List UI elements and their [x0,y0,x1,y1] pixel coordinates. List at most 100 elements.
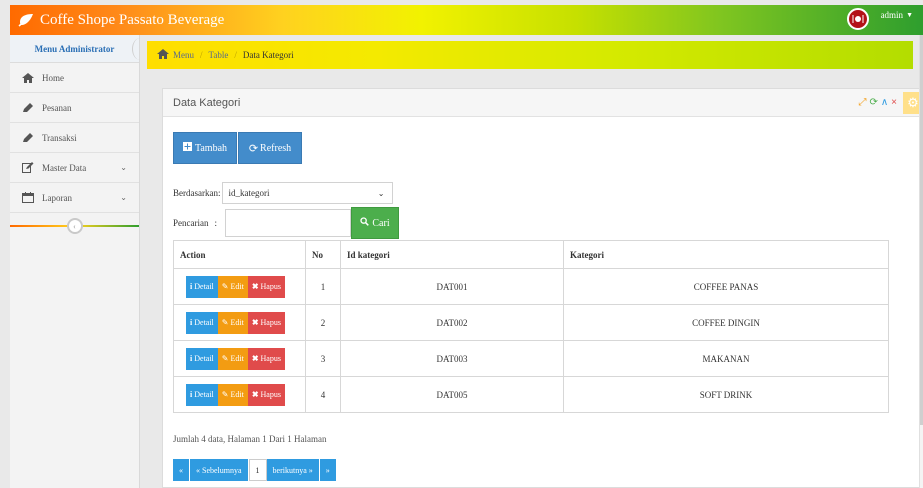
cell-id-kategori: DAT003 [340,340,564,377]
user-menu[interactable]: admin ▼ [881,10,913,20]
info-icon: i [190,282,193,291]
hapus-label: Hapus [260,318,281,327]
table-row: i Detail ✎ Edit ✖ Hapus 4 DAT005 SOFT DRINK [173,376,889,413]
pagination-previous[interactable]: « Sebelumnya [190,459,249,481]
close-icon: ✖ [251,318,259,327]
hapus-button[interactable]: ✖ Hapus [247,383,285,406]
action-cell: i Detail ✎ Edit ✖ Hapus [173,340,306,377]
column-header-action: Action [173,240,306,269]
edit-label: Edit [230,354,244,363]
pagination-last[interactable]: » [319,459,337,481]
edit-button[interactable]: ✎ Edit [217,347,248,370]
berdasarkan-value: id_kategori [228,188,270,198]
edit-button[interactable]: ✎ Edit [217,383,248,406]
sidebar-item-home[interactable]: Home [10,63,139,93]
page-scrollbar[interactable] [919,35,923,488]
panel-header: Data Kategori ⤢ ⟳ ∧ × ⚙ [163,89,923,117]
close-icon: ✖ [251,390,259,399]
table-row: i Detail ✎ Edit ✖ Hapus 2 DAT002 COFFEE DIN… [173,304,889,341]
pencarian-colon: : [214,218,217,228]
pagination-first[interactable]: « [173,459,190,481]
sidebar-item-laporan[interactable]: Laporan ⌄ [10,183,139,213]
cari-button[interactable]: Cari [351,207,399,239]
caret-down-icon: ▼ [906,11,913,19]
cell-no: 3 [305,340,341,377]
close-icon[interactable]: × [891,97,897,108]
refresh-button[interactable]: ⟳ Refresh [238,132,302,164]
sidebar-item-transaksi[interactable]: Transaksi [10,123,139,153]
close-icon: ✖ [251,282,259,291]
breadcrumb-separator: / [234,50,237,60]
hapus-label: Hapus [260,354,281,363]
sidebar-collapse-toggle[interactable]: ‹ [10,217,139,235]
collapse-icon[interactable]: ∧ [881,97,888,108]
breadcrumb-current: Data Kategori [242,50,294,60]
detail-button[interactable]: i Detail [186,275,218,298]
pencil-icon [20,132,36,143]
info-icon: i [190,354,193,363]
search-input[interactable] [225,209,351,237]
edit-icon [20,162,36,173]
berdasarkan-select[interactable]: id_kategori ⌄ [222,182,394,204]
info-icon: i [190,390,193,399]
edit-button[interactable]: ✎ Edit [217,311,248,334]
detail-label: Detail [194,282,214,291]
sidebar: Menu Administrator Home Pesanan Transaks… [10,35,140,488]
detail-button[interactable]: i Detail [186,383,218,406]
hapus-label: Hapus [260,282,281,291]
hapus-button[interactable]: ✖ Hapus [247,347,285,370]
pagination-page-1[interactable]: 1 [248,459,267,481]
detail-button[interactable]: i Detail [186,347,218,370]
panel-title: Data Kategori [173,96,241,109]
search-icon [360,217,370,229]
pencarian-label: Pencarian [173,218,209,228]
sidebar-item-master-data[interactable]: Master Data ⌄ [10,153,139,183]
edit-button[interactable]: ✎ Edit [217,275,248,298]
home-icon [157,49,169,61]
pencil-icon [20,102,36,113]
avatar[interactable] [846,8,869,30]
restaurant-icon [852,15,864,23]
brand[interactable]: Coffe Shope Passato Beverage [18,12,224,29]
edit-icon: ✎ [221,390,229,399]
top-navbar: Coffe Shope Passato Beverage admin ▼ [10,5,923,35]
tambah-button[interactable]: Tambah [173,132,237,164]
table-row: i Detail ✎ Edit ✖ Hapus 1 DAT001 COFFEE PAN… [173,268,889,305]
panel-tools: ⤢ ⟳ ∧ × [858,97,897,108]
expand-icon[interactable]: ⤢ [858,97,866,108]
table-row: i Detail ✎ Edit ✖ Hapus 3 DAT003 MAKANAN [173,340,889,377]
breadcrumb-separator: / [200,50,203,60]
edit-label: Edit [230,282,244,291]
pagination-next[interactable]: berikutnya » [266,459,320,481]
hapus-button[interactable]: ✖ Hapus [247,275,285,298]
filter-berdasarkan: Berdasarkan: id_kategori ⌄ [173,182,394,204]
refresh-icon[interactable]: ⟳ [869,97,877,108]
cell-kategori: SOFT DRINK [563,376,889,413]
action-cell: i Detail ✎ Edit ✖ Hapus [173,304,306,341]
cell-id-kategori: DAT005 [340,376,564,413]
plus-icon [182,142,192,154]
column-header-kategori: Kategori [563,240,889,269]
tambah-label: Tambah [194,142,228,154]
chevron-left-icon: ‹ [66,218,83,234]
sidebar-item-label: Laporan [42,192,72,203]
data-summary: Jumlah 4 data, Halaman 1 Dari 1 Halaman [173,434,327,444]
brand-title: Coffe Shope Passato Beverage [40,11,225,28]
cell-kategori: MAKANAN [563,340,889,377]
hapus-label: Hapus [260,390,281,399]
hapus-button[interactable]: ✖ Hapus [247,311,285,334]
sidebar-item-label: Master Data [42,162,87,173]
cari-label: Cari [372,217,390,229]
filter-pencarian: Pencarian : Cari [173,207,399,239]
action-cell: i Detail ✎ Edit ✖ Hapus [173,376,306,413]
sidebar-item-pesanan[interactable]: Pesanan [10,93,139,123]
leaf-icon [18,14,33,27]
refresh-label: Refresh [260,142,292,154]
cell-id-kategori: DAT002 [340,304,564,341]
chevron-down-icon: ⌄ [377,188,385,198]
kategori-table: Action No Id kategori Kategori i Detail ✎… [173,240,889,413]
breadcrumb-table[interactable]: Table [209,50,229,60]
breadcrumb-menu[interactable]: Menu [173,50,194,60]
detail-button[interactable]: i Detail [186,311,218,334]
edit-icon: ✎ [221,318,229,327]
